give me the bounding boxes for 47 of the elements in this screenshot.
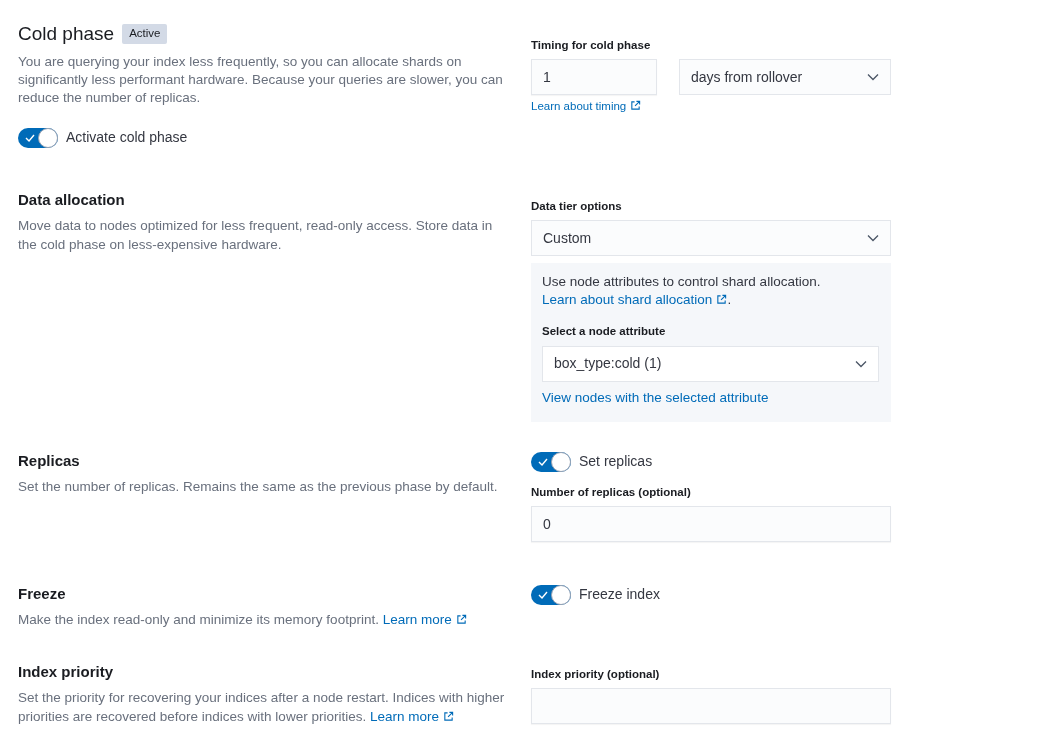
learn-more-link[interactable]: Learn more	[369, 709, 454, 724]
toggle-switch[interactable]	[18, 127, 58, 148]
input-field[interactable]	[531, 688, 891, 725]
external-link-icon	[455, 614, 467, 625]
chevron-down-icon	[855, 359, 867, 368]
check-icon	[538, 457, 548, 466]
field-label: Data tier options	[531, 199, 623, 214]
toggle-thumb	[551, 584, 571, 605]
external-link-icon	[442, 711, 454, 722]
field-label: Timing for cold phase	[531, 38, 652, 53]
view-nodes-link[interactable]: View nodes with the selected attribute	[542, 387, 880, 408]
status-badge: Active	[122, 24, 168, 44]
section-title: Data allocation	[18, 190, 126, 210]
input-field[interactable]: 0	[531, 506, 891, 543]
external-link-icon	[716, 294, 728, 306]
learn-more-link[interactable]: Learn more	[382, 612, 467, 627]
shard-allocation-link[interactable]: Learn about shard allocation	[542, 292, 728, 308]
check-icon	[538, 590, 548, 599]
toggle-thumb	[551, 451, 571, 472]
section-title: Freeze	[18, 584, 67, 604]
panel-description: Use node attributes to control shard allocation. Learn about shard allocation .	[542, 273, 822, 310]
section-description: Make the index read-only and minimize its memory footprint. Learn more	[18, 610, 508, 629]
field-label: Index priority (optional)	[531, 667, 661, 682]
input-field[interactable]: 1	[531, 59, 657, 96]
section-title: Index priority	[18, 662, 115, 682]
field-label: Select a node attribute	[542, 324, 667, 340]
select-dropdown[interactable]: box_type:cold (1)	[542, 345, 879, 382]
section-description: Move data to nodes optimized for less frequent, read-only access. Store data in the cold phase on less-expensive hardware.	[18, 217, 494, 254]
toggle-label: Freeze index	[579, 585, 660, 604]
toggle-thumb	[38, 127, 58, 148]
chevron-down-icon	[867, 73, 879, 82]
learn-about-timing-link[interactable]: Learn about timing	[531, 98, 891, 116]
field-label: Number of replicas (optional)	[531, 485, 692, 500]
select-dropdown[interactable]: days from rollover	[679, 59, 891, 96]
toggle-switch[interactable]	[531, 584, 571, 605]
external-link-icon	[630, 100, 642, 112]
toggle-label: Set replicas	[579, 452, 653, 471]
chevron-down-icon	[867, 234, 879, 243]
section-title: Replicas	[18, 451, 81, 471]
section-description: Set the number of replicas. Remains the same as the previous phase by default.	[18, 478, 499, 496]
check-icon	[25, 133, 35, 142]
toggle-label: Activate cold phase	[66, 128, 188, 147]
phase-title: Cold phase	[18, 22, 115, 46]
select-dropdown[interactable]: Custom	[531, 220, 891, 257]
section-description: Set the priority for recovering your indices after a node restart. Indices with higher priorities are recovered before indices with lower priorities. Learn more	[18, 689, 506, 726]
phase-description: You are querying your index less frequently, so you can allocate shards on significantly less performant hardware. Because your queries are slower, you can reduce the number of replicas.	[18, 53, 504, 107]
toggle-switch[interactable]	[531, 451, 571, 472]
